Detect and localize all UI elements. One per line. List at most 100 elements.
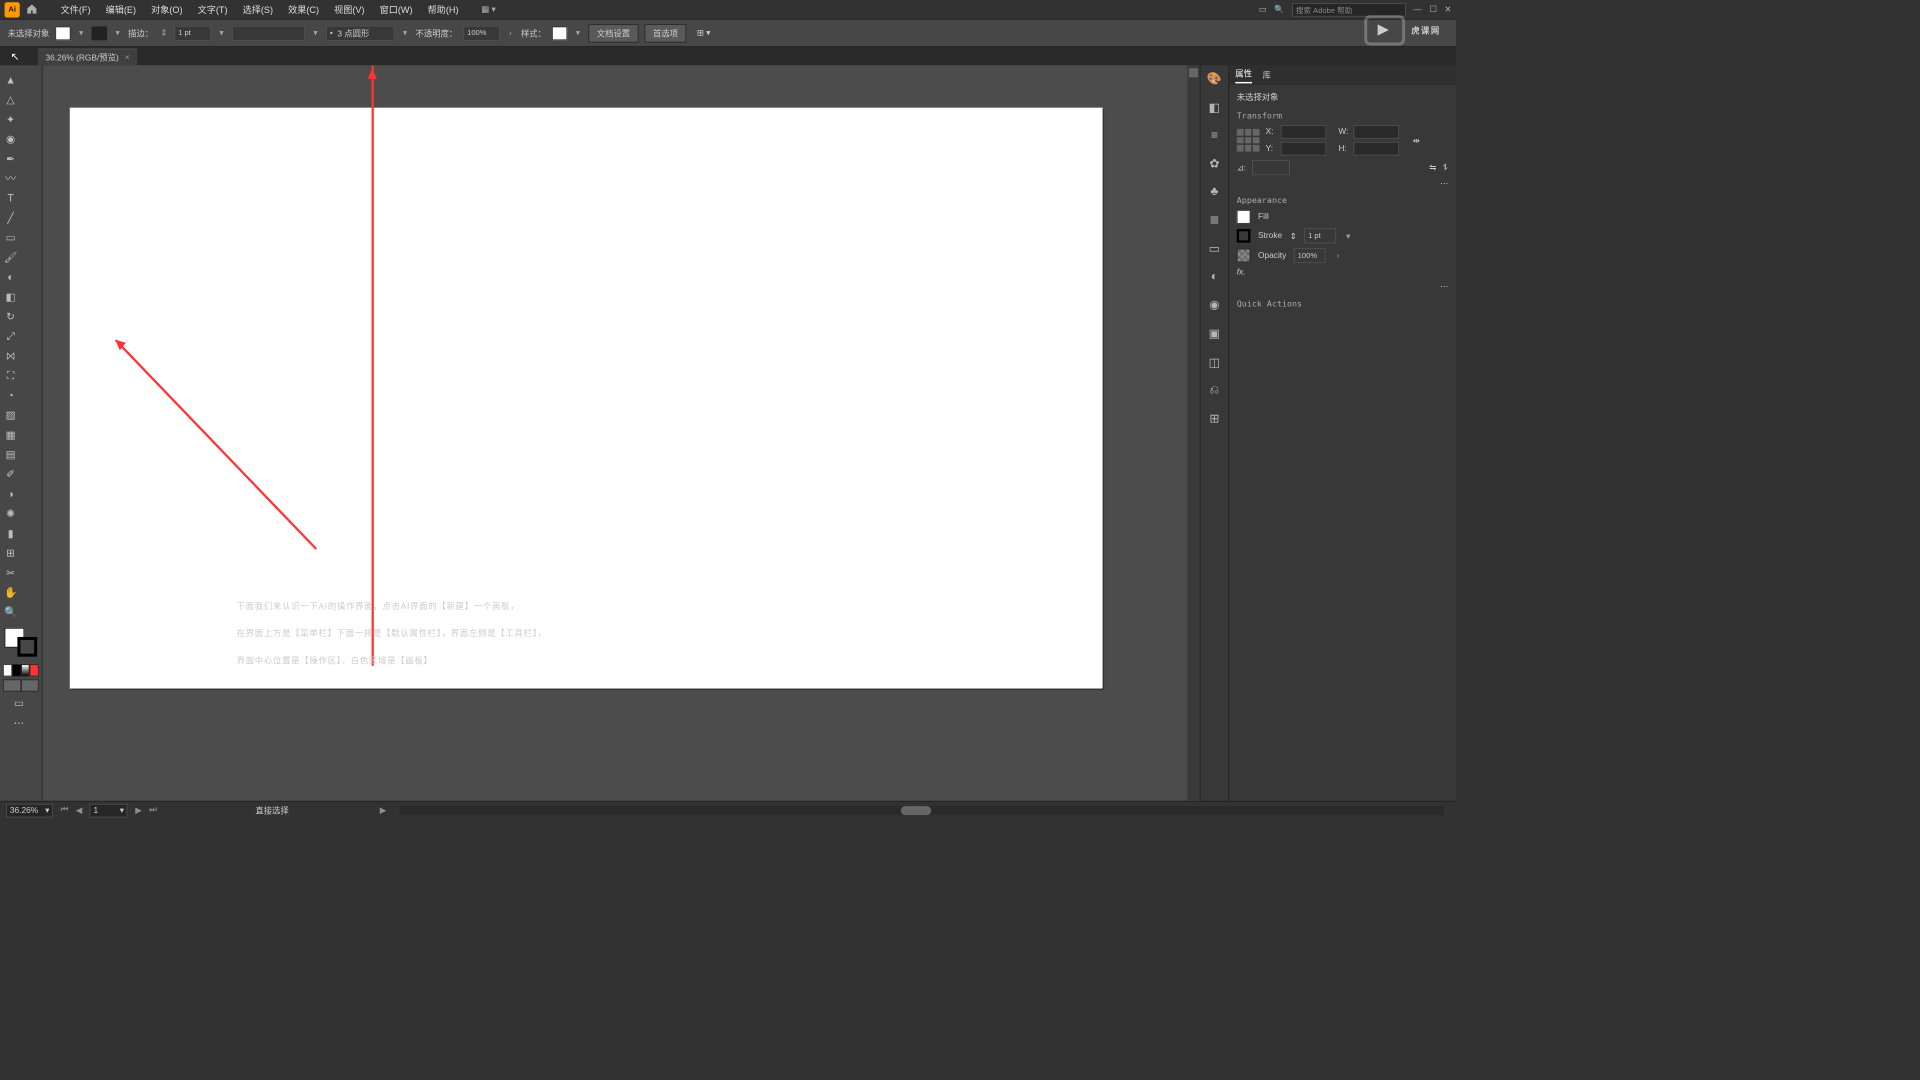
- free-transform-tool[interactable]: ⛶: [1, 366, 21, 384]
- angle-input[interactable]: [1252, 160, 1290, 175]
- next-artboard-icon[interactable]: ▶: [135, 805, 141, 815]
- type-tool[interactable]: T: [1, 189, 21, 207]
- width-tool[interactable]: ⨝: [1, 347, 21, 365]
- appearance-more-icon[interactable]: ⋯: [1440, 282, 1448, 291]
- prev-artboard-icon[interactable]: ◀: [76, 805, 82, 815]
- slice-tool[interactable]: ✂: [1, 563, 21, 581]
- brush-dd[interactable]: ▾: [400, 28, 409, 37]
- gradient-tool[interactable]: ▤: [1, 445, 21, 463]
- shape-builder-tool[interactable]: ◔: [1, 386, 21, 404]
- stroke-dd-panel[interactable]: ▾: [1344, 231, 1353, 240]
- symbols-panel-icon[interactable]: ♣: [1210, 185, 1218, 199]
- zoom-select[interactable]: 36.26%▾: [6, 803, 53, 817]
- home-icon[interactable]: [26, 3, 40, 17]
- play-icon[interactable]: ▶: [380, 805, 386, 815]
- tab-properties[interactable]: 属性: [1235, 67, 1252, 83]
- var-width-dd[interactable]: ▾: [311, 28, 320, 37]
- menu-window[interactable]: 窗口(W): [372, 0, 420, 19]
- menu-file[interactable]: 文件(F): [53, 0, 98, 19]
- opacity-dd-panel[interactable]: ›: [1333, 251, 1342, 260]
- opacity-swatch-panel[interactable]: [1237, 249, 1251, 263]
- var-width-input[interactable]: [232, 25, 305, 40]
- stroke-weight-input[interactable]: [174, 25, 210, 40]
- last-artboard-icon[interactable]: ⏭: [149, 805, 157, 815]
- mesh-tool[interactable]: ▦: [1, 425, 21, 443]
- hand-tool[interactable]: ✋: [1, 583, 21, 601]
- artboards-panel-icon[interactable]: ▭: [1209, 241, 1220, 256]
- constrain-icon[interactable]: ⇹: [1413, 135, 1420, 145]
- perspective-tool[interactable]: ▨: [1, 406, 21, 424]
- workspace-icon[interactable]: ▭: [1259, 5, 1267, 15]
- menu-view[interactable]: 视图(V): [327, 0, 372, 19]
- transform-more-icon[interactable]: ⋯: [1440, 179, 1448, 188]
- flip-v-icon[interactable]: ⥮: [1442, 163, 1448, 173]
- horizontal-scrollbar[interactable]: [400, 806, 1444, 815]
- menu-select[interactable]: 选择(S): [235, 0, 280, 19]
- style-dd[interactable]: ▾: [573, 28, 582, 37]
- style-swatch[interactable]: [552, 26, 567, 40]
- menu-edit[interactable]: 编辑(E): [98, 0, 143, 19]
- stroke-weight-panel[interactable]: [1304, 228, 1336, 243]
- opacity-input[interactable]: [463, 25, 499, 40]
- h-input[interactable]: [1354, 142, 1399, 156]
- rectangle-tool[interactable]: ▭: [1, 228, 21, 246]
- stroke-weight-dd[interactable]: ▾: [217, 28, 226, 37]
- graphic-styles-panel-icon[interactable]: ▣: [1209, 326, 1220, 341]
- eyedropper-tool[interactable]: ✐: [1, 465, 21, 483]
- line-tool[interactable]: ╱: [1, 209, 21, 227]
- stroke-panel-icon[interactable]: ≡: [1211, 129, 1218, 143]
- menu-help[interactable]: 帮助(H): [420, 0, 466, 19]
- screen-mode-tool[interactable]: ▭: [1, 694, 37, 712]
- document-tab[interactable]: 36.26% (RGB/预览) ×: [38, 49, 137, 66]
- appearance-panel-icon[interactable]: ◉: [1209, 297, 1220, 312]
- arrange-docs-icon[interactable]: ▦ ▾: [481, 5, 495, 15]
- tab-libraries[interactable]: 库: [1263, 69, 1271, 81]
- stroke-swatch-panel[interactable]: [1237, 229, 1251, 243]
- artboard[interactable]: 下面我们来认识一下AI的操作界面，点击AI界面的【新建】一个画板， 在界面上方是…: [70, 108, 1103, 689]
- search-icon[interactable]: 🔍: [1274, 5, 1284, 15]
- column-graph-tool[interactable]: ▮: [1, 524, 21, 542]
- lasso-tool[interactable]: ◉: [1, 130, 21, 148]
- opacity-input-panel[interactable]: [1294, 248, 1326, 263]
- help-search-input[interactable]: 搜索 Adobe 帮助: [1292, 3, 1406, 17]
- transparency-panel-icon[interactable]: ◐: [1211, 270, 1218, 284]
- color-mode-row[interactable]: [3, 664, 39, 676]
- stroke-step-icon[interactable]: ⇕: [159, 28, 168, 37]
- asset-export-panel-icon[interactable]: ⎌: [1210, 384, 1220, 398]
- stroke-step-panel[interactable]: ⇕: [1290, 231, 1297, 241]
- swatches-panel-icon[interactable]: ◧: [1209, 100, 1220, 115]
- draw-mode-row[interactable]: [3, 679, 39, 691]
- menu-effect[interactable]: 效果(C): [281, 0, 327, 19]
- align-panel-icon[interactable]: ◫: [1209, 355, 1220, 370]
- fill-swatch-panel[interactable]: [1237, 210, 1251, 224]
- flip-h-icon[interactable]: ⇋: [1429, 163, 1436, 173]
- opacity-dd[interactable]: ›: [506, 28, 515, 37]
- reference-point-grid[interactable]: [1237, 129, 1260, 152]
- minimize-icon[interactable]: —: [1413, 5, 1421, 14]
- brush-select[interactable]: •3 点圆形: [326, 25, 394, 40]
- close-tab-icon[interactable]: ×: [125, 53, 130, 62]
- canvas-area[interactable]: 下面我们来认识一下AI的操作界面，点击AI界面的【新建】一个画板， 在界面上方是…: [42, 65, 1199, 801]
- direct-selection-tool[interactable]: △: [1, 90, 21, 108]
- maximize-icon[interactable]: ☐: [1429, 5, 1436, 15]
- curvature-tool[interactable]: 〰: [1, 169, 21, 187]
- artboard-select[interactable]: 1▾: [90, 803, 128, 817]
- eraser-tool[interactable]: ◧: [1, 287, 21, 305]
- fill-swatch[interactable]: [55, 26, 70, 40]
- menu-type[interactable]: 文字(T): [190, 0, 235, 19]
- y-input[interactable]: [1281, 142, 1326, 156]
- zoom-tool[interactable]: 🔍: [1, 603, 21, 621]
- close-icon[interactable]: ✕: [1444, 5, 1451, 15]
- selection-tool[interactable]: ▲: [1, 71, 21, 89]
- magic-wand-tool[interactable]: ✦: [1, 110, 21, 128]
- artboard-tool[interactable]: ⊞: [1, 544, 21, 562]
- fill-stroke-control[interactable]: [3, 626, 39, 658]
- x-input[interactable]: [1281, 125, 1326, 139]
- shaper-tool[interactable]: ◐: [1, 268, 21, 286]
- w-input[interactable]: [1354, 125, 1399, 139]
- vertical-scrollbar[interactable]: [1187, 65, 1199, 801]
- pen-tool[interactable]: ✒: [1, 149, 21, 167]
- first-artboard-icon[interactable]: ⏮: [61, 805, 69, 815]
- menu-object[interactable]: 对象(O): [144, 0, 191, 19]
- prefs-button[interactable]: 首选项: [645, 24, 687, 42]
